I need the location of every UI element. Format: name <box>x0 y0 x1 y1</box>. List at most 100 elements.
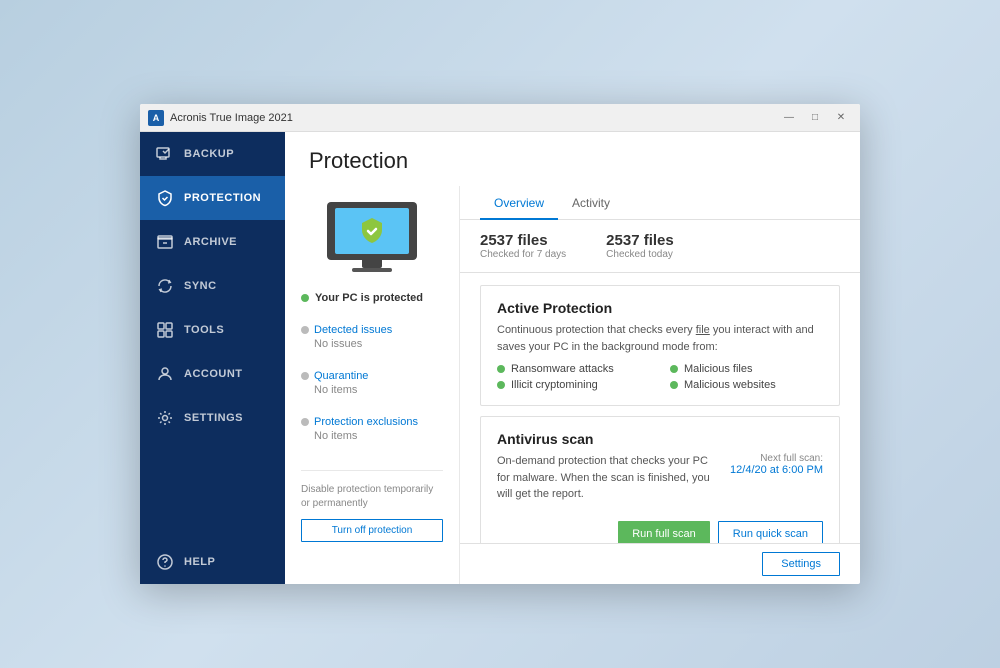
tabs-bar: Overview Activity <box>460 186 860 220</box>
settings-icon <box>156 409 174 427</box>
antivirus-title: Antivirus scan <box>497 431 823 447</box>
close-button[interactable]: ✕ <box>830 110 852 126</box>
protection-status: Your PC is protected <box>301 292 443 304</box>
sidebar-item-backup[interactable]: BACKUP <box>140 132 285 176</box>
exclusions-dot <box>301 418 309 426</box>
antivirus-left: On-demand protection that checks your PC… <box>497 453 710 511</box>
tab-activity[interactable]: Activity <box>558 186 624 220</box>
active-protection-card: Active Protection Continuous protection … <box>480 285 840 406</box>
active-protection-title: Active Protection <box>497 300 823 316</box>
next-scan-value: 12/4/20 at 6:00 PM <box>730 464 823 476</box>
feature-label-cryptomining: Illicit cryptomining <box>511 379 598 391</box>
left-panel: Your PC is protected Detected issues No … <box>285 186 460 584</box>
stats-row: 2537 files Checked for 7 days 2537 files… <box>460 220 860 273</box>
titlebar-left: A Acronis True Image 2021 <box>148 110 293 126</box>
tab-overview[interactable]: Overview <box>480 186 558 220</box>
sidebar-label-archive: ARCHIVE <box>184 236 237 248</box>
turn-off-button[interactable]: Turn off protection <box>301 519 443 542</box>
main-area: BACKUP PROTECTION <box>140 132 860 584</box>
sidebar-item-settings[interactable]: SETTINGS <box>140 396 285 440</box>
settings-footer: Settings <box>460 543 860 584</box>
feature-dot-ransomware <box>497 365 505 373</box>
help-icon <box>156 553 174 571</box>
tools-icon <box>156 321 174 339</box>
detected-issues-label: Detected issues <box>314 324 392 336</box>
sidebar: BACKUP PROTECTION <box>140 132 285 584</box>
quarantine-item: Quarantine No items <box>301 370 443 396</box>
app-icon: A <box>148 110 164 126</box>
feature-cryptomining: Illicit cryptomining <box>497 379 650 391</box>
titlebar-title: Acronis True Image 2021 <box>170 112 293 124</box>
content-area: Protection <box>285 132 860 584</box>
stat-today-number: 2537 files <box>606 232 674 249</box>
sidebar-label-protection: PROTECTION <box>184 192 261 204</box>
feature-malicious-websites: Malicious websites <box>670 379 823 391</box>
right-panel: Overview Activity 2537 files Checked for… <box>460 186 860 584</box>
feature-dot-malicious-files <box>670 365 678 373</box>
sidebar-item-protection[interactable]: PROTECTION <box>140 176 285 220</box>
stat-today-label: Checked today <box>606 249 674 260</box>
next-scan-label: Next full scan: <box>730 453 823 464</box>
feature-dot-malicious-websites <box>670 381 678 389</box>
backup-icon <box>156 145 174 163</box>
stat-7days-number: 2537 files <box>480 232 566 249</box>
stat-7days-label: Checked for 7 days <box>480 249 566 260</box>
feature-label-malicious-websites: Malicious websites <box>684 379 776 391</box>
exclusions-item: Protection exclusions No items <box>301 416 443 442</box>
stat-7days: 2537 files Checked for 7 days <box>480 232 566 260</box>
detected-issues-dot <box>301 326 309 334</box>
quarantine-dot <box>301 372 309 380</box>
antivirus-right: Next full scan: 12/4/20 at 6:00 PM <box>730 453 823 511</box>
sidebar-item-tools[interactable]: TOOLS <box>140 308 285 352</box>
sidebar-label-backup: BACKUP <box>184 148 234 160</box>
run-full-scan-button[interactable]: Run full scan <box>618 521 710 544</box>
features-grid: Ransomware attacks Malicious files Illic… <box>497 363 823 391</box>
protection-icon <box>156 189 174 207</box>
quarantine-label: Quarantine <box>314 370 368 382</box>
sidebar-item-archive[interactable]: ARCHIVE <box>140 220 285 264</box>
minimize-button[interactable]: — <box>778 110 800 126</box>
titlebar-controls: — □ ✕ <box>778 110 852 126</box>
shield-icon <box>359 216 385 246</box>
sidebar-item-account[interactable]: ACCOUNT <box>140 352 285 396</box>
scan-buttons: Run full scan Run quick scan <box>497 521 823 544</box>
sidebar-label-account: ACCOUNT <box>184 368 243 380</box>
sidebar-label-sync: SYNC <box>184 280 217 292</box>
page-title: Protection <box>309 148 836 174</box>
content-header: Protection <box>285 132 860 186</box>
exclusions-label: Protection exclusions <box>314 416 418 428</box>
sidebar-label-settings: SETTINGS <box>184 412 243 424</box>
status-dot-green <box>301 294 309 302</box>
feature-dot-cryptomining <box>497 381 505 389</box>
archive-icon <box>156 233 174 251</box>
content-body: Your PC is protected Detected issues No … <box>285 186 860 584</box>
quarantine-value: No items <box>301 384 443 396</box>
antivirus-scan-card: Antivirus scan On-demand protection that… <box>480 416 840 543</box>
detected-issues-item: Detected issues No issues <box>301 324 443 350</box>
sidebar-item-help[interactable]: HELP <box>140 540 285 584</box>
monitor-illustration <box>327 202 417 272</box>
feature-malicious-files: Malicious files <box>670 363 823 375</box>
exclusions-value: No items <box>301 430 443 442</box>
cards-area: Active Protection Continuous protection … <box>460 273 860 543</box>
antivirus-body: On-demand protection that checks your PC… <box>497 453 823 511</box>
feature-label-ransomware: Ransomware attacks <box>511 363 614 375</box>
turn-off-description: Disable protection temporarily or perman… <box>301 483 443 511</box>
feature-ransomware: Ransomware attacks <box>497 363 650 375</box>
maximize-button[interactable]: □ <box>804 110 826 126</box>
titlebar: A Acronis True Image 2021 — □ ✕ <box>140 104 860 132</box>
status-text: Your PC is protected <box>315 292 423 304</box>
feature-label-malicious-files: Malicious files <box>684 363 752 375</box>
sidebar-label-help: HELP <box>184 556 215 568</box>
main-window: A Acronis True Image 2021 — □ ✕ BACKUP <box>140 104 860 584</box>
sidebar-label-tools: TOOLS <box>184 324 224 336</box>
settings-button[interactable]: Settings <box>762 552 840 576</box>
detected-issues-value: No issues <box>301 338 443 350</box>
turn-off-section: Disable protection temporarily or perman… <box>301 470 443 542</box>
run-quick-scan-button[interactable]: Run quick scan <box>718 521 823 544</box>
stat-today: 2537 files Checked today <box>606 232 674 260</box>
active-protection-desc: Continuous protection that checks every … <box>497 322 823 355</box>
antivirus-desc: On-demand protection that checks your PC… <box>497 453 710 503</box>
sync-icon <box>156 277 174 295</box>
sidebar-item-sync[interactable]: SYNC <box>140 264 285 308</box>
